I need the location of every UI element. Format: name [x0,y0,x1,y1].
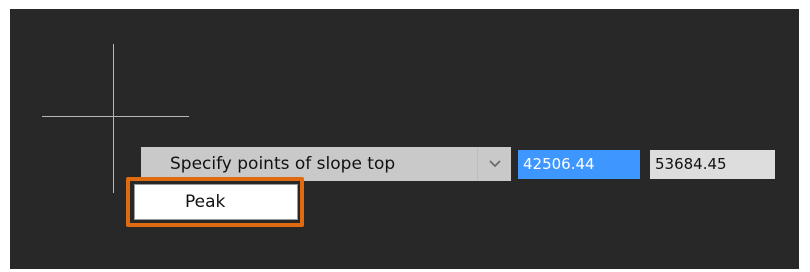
chevron-down-icon[interactable] [477,147,511,181]
drawing-canvas[interactable]: Specify points of slope top 42506.44 536… [10,9,799,269]
command-prompt-dropdown[interactable]: Specify points of slope top [141,147,511,181]
x-coordinate-input[interactable]: 42506.44 [518,150,640,179]
y-coordinate-input[interactable]: 53684.45 [650,150,775,179]
peak-option[interactable]: Peak [134,184,298,220]
chevron-down-icon-svg [488,160,501,168]
crosshair-horizontal-line [42,116,189,117]
command-prompt-label: Specify points of slope top [141,147,477,181]
crosshair-vertical-line [113,44,114,193]
